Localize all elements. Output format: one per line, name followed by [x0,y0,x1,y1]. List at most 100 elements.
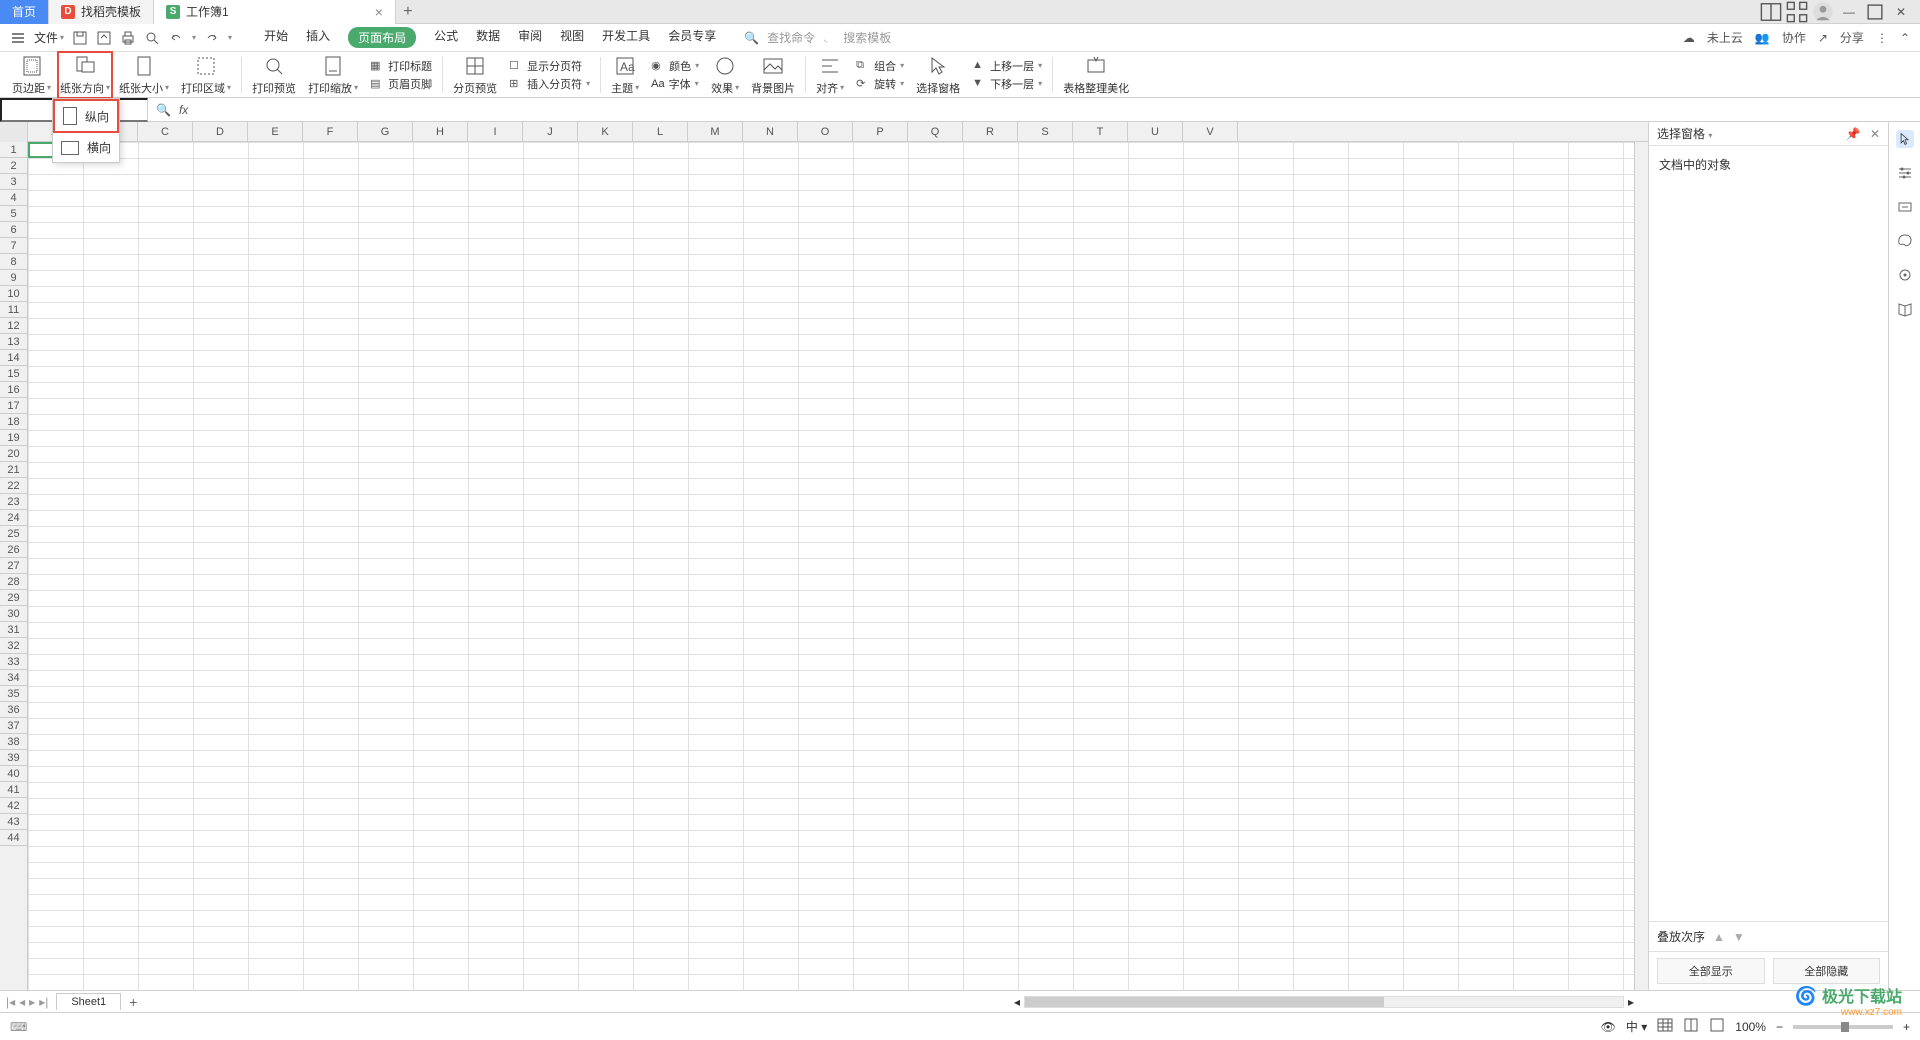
tab-formula[interactable]: 公式 [434,27,458,48]
print-preview-button[interactable]: 打印预览 [246,54,302,96]
tab-template[interactable]: D 找稻壳模板 [49,0,154,24]
file-menu[interactable]: 文件 ▾ [34,29,64,46]
close-icon[interactable]: ✕ [1890,1,1912,23]
row-header[interactable]: 21 [0,462,27,478]
margin-button[interactable]: 页边距▾ [6,54,57,96]
pin-icon[interactable]: 📌 [1846,127,1861,141]
collapse-icon[interactable]: ⌃ [1900,31,1910,45]
row-header[interactable]: 39 [0,750,27,766]
status-indicator-icon[interactable]: ⌨ [10,1020,27,1034]
row-header[interactable]: 23 [0,494,27,510]
row-header[interactable]: 22 [0,478,27,494]
orientation-button[interactable]: 纸张方向▾ [57,51,113,99]
row-header[interactable]: 3 [0,174,27,190]
user-icon[interactable] [1812,1,1834,23]
font-button[interactable]: Aa 字体▾ [651,76,699,92]
view-normal-icon[interactable] [1657,1018,1673,1035]
column-header[interactable]: I [468,122,523,141]
vertical-scrollbar[interactable] [1634,142,1648,990]
move-down-button[interactable]: ▼下移一层▾ [972,76,1042,92]
portrait-option[interactable]: 纵向 [53,99,119,133]
tab-start[interactable]: 开始 [264,27,288,48]
row-header[interactable]: 40 [0,766,27,782]
bg-image-button[interactable]: 背景图片 [745,54,801,96]
column-header[interactable]: P [853,122,908,141]
column-header[interactable]: M [688,122,743,141]
row-header[interactable]: 44 [0,830,27,846]
column-header[interactable]: L [633,122,688,141]
cursor-tool-icon[interactable] [1896,130,1914,148]
redo-dropdown-icon[interactable]: ▾ [228,33,232,42]
page-break-button[interactable]: 分页预览 [447,54,503,96]
maximize-icon[interactable] [1864,1,1886,23]
column-header[interactable]: C [138,122,193,141]
cloud-status[interactable]: 未上云 [1707,29,1743,46]
row-header[interactable]: 19 [0,430,27,446]
column-header[interactable]: H [413,122,468,141]
share-label[interactable]: 分享 [1840,29,1864,46]
row-header[interactable]: 32 [0,638,27,654]
row-header[interactable]: 9 [0,270,27,286]
column-header[interactable]: N [743,122,798,141]
tab-dev[interactable]: 开发工具 [602,27,650,48]
book-icon[interactable] [1896,300,1914,318]
panel-close-icon[interactable]: ✕ [1870,127,1880,141]
row-header[interactable]: 14 [0,350,27,366]
sheet-next-icon[interactable]: ▸ [29,995,35,1009]
column-header[interactable]: Q [908,122,963,141]
row-header[interactable]: 24 [0,510,27,526]
search-cmd-text[interactable]: 查找命令 [767,29,815,46]
show-break-button[interactable]: ☐显示分页符 [509,58,590,74]
row-header[interactable]: 35 [0,686,27,702]
row-header[interactable]: 31 [0,622,27,638]
row-header[interactable]: 28 [0,574,27,590]
print-area-button[interactable]: 打印区域▾ [175,54,237,96]
row-header[interactable]: 1 [0,142,27,158]
undo-icon[interactable] [168,30,184,46]
row-header[interactable]: 15 [0,366,27,382]
row-header[interactable]: 13 [0,334,27,350]
hamburger-icon[interactable] [10,30,26,46]
layout-icon[interactable] [1760,1,1782,23]
header-footer-button[interactable]: ▤页眉页脚 [370,76,432,92]
align-button[interactable]: 对齐▾ [810,54,850,96]
row-header[interactable]: 8 [0,254,27,270]
scroll-right-icon[interactable]: ▸ [1628,995,1634,1009]
stack-up-icon[interactable]: ▲ [1713,930,1725,944]
share-icon[interactable]: ↗ [1818,31,1828,45]
row-header[interactable]: 10 [0,286,27,302]
undo-dropdown-icon[interactable]: ▾ [192,33,196,42]
print-scale-button[interactable]: 打印缩放▾ [302,54,364,96]
chinese-icon[interactable]: 中 ▾ [1626,1018,1647,1035]
tab-review[interactable]: 审阅 [518,27,542,48]
column-header[interactable]: F [303,122,358,141]
sheet-last-icon[interactable]: ▸| [39,995,48,1009]
horizontal-scrollbar[interactable]: ◂ ▸ [1014,995,1634,1009]
select-pane-button[interactable]: 选择窗格 [910,54,966,96]
settings-bars-icon[interactable] [1896,164,1914,182]
cells-area[interactable] [28,142,1634,990]
row-header[interactable]: 6 [0,222,27,238]
row-header[interactable]: 7 [0,238,27,254]
show-all-button[interactable]: 全部显示 [1657,958,1765,984]
tab-member[interactable]: 会员专享 [668,27,716,48]
insert-break-button[interactable]: ⊞插入分页符▾ [509,76,590,92]
column-header[interactable]: K [578,122,633,141]
color-button[interactable]: ◉颜色▾ [651,58,699,74]
effect-button[interactable]: 效果▾ [705,54,745,96]
tab-add-button[interactable]: + [396,3,420,21]
row-header[interactable]: 41 [0,782,27,798]
column-header[interactable]: S [1018,122,1073,141]
row-header[interactable]: 34 [0,670,27,686]
view-break-icon[interactable] [1709,1018,1725,1035]
beautify-button[interactable]: 表格整理美化 [1057,54,1135,96]
column-header[interactable]: O [798,122,853,141]
column-header[interactable]: E [248,122,303,141]
scroll-left-icon[interactable]: ◂ [1014,995,1020,1009]
row-header[interactable]: 12 [0,318,27,334]
theme-button[interactable]: Aa 主题▾ [605,54,645,96]
tab-close-icon[interactable]: × [375,4,383,20]
row-header[interactable]: 37 [0,718,27,734]
row-header[interactable]: 18 [0,414,27,430]
row-header[interactable]: 30 [0,606,27,622]
